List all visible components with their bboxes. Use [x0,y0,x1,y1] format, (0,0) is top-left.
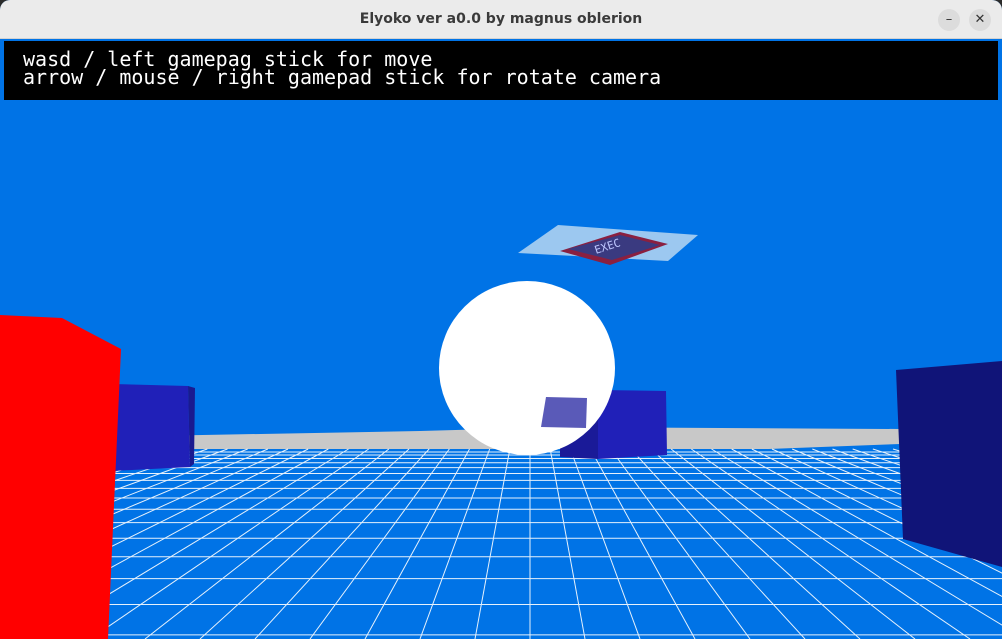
title-bar[interactable]: Elyoko ver a0.0 by magnus oblerion – ✕ [0,0,1002,39]
dark-cube-right [896,361,1002,567]
window-title: Elyoko ver a0.0 by magnus oblerion [359,11,643,27]
game-scene: EXEC [0,39,1002,639]
sphere-shadow-cube [541,397,587,428]
blue-cube-left [112,384,195,471]
game-viewport[interactable]: EXEC wasd / left gamepag stick for move … [0,39,1002,639]
close-button[interactable]: ✕ [969,9,991,31]
white-sphere [439,281,615,455]
controls-hud: wasd / left gamepag stick for move arrow… [4,41,998,100]
red-cube-left [0,315,121,639]
app-window: Elyoko ver a0.0 by magnus oblerion – ✕ E… [0,0,1002,639]
minimize-button[interactable]: – [938,9,960,31]
hud-camera-hint: arrow / mouse / right gamepad stick for … [23,65,662,89]
